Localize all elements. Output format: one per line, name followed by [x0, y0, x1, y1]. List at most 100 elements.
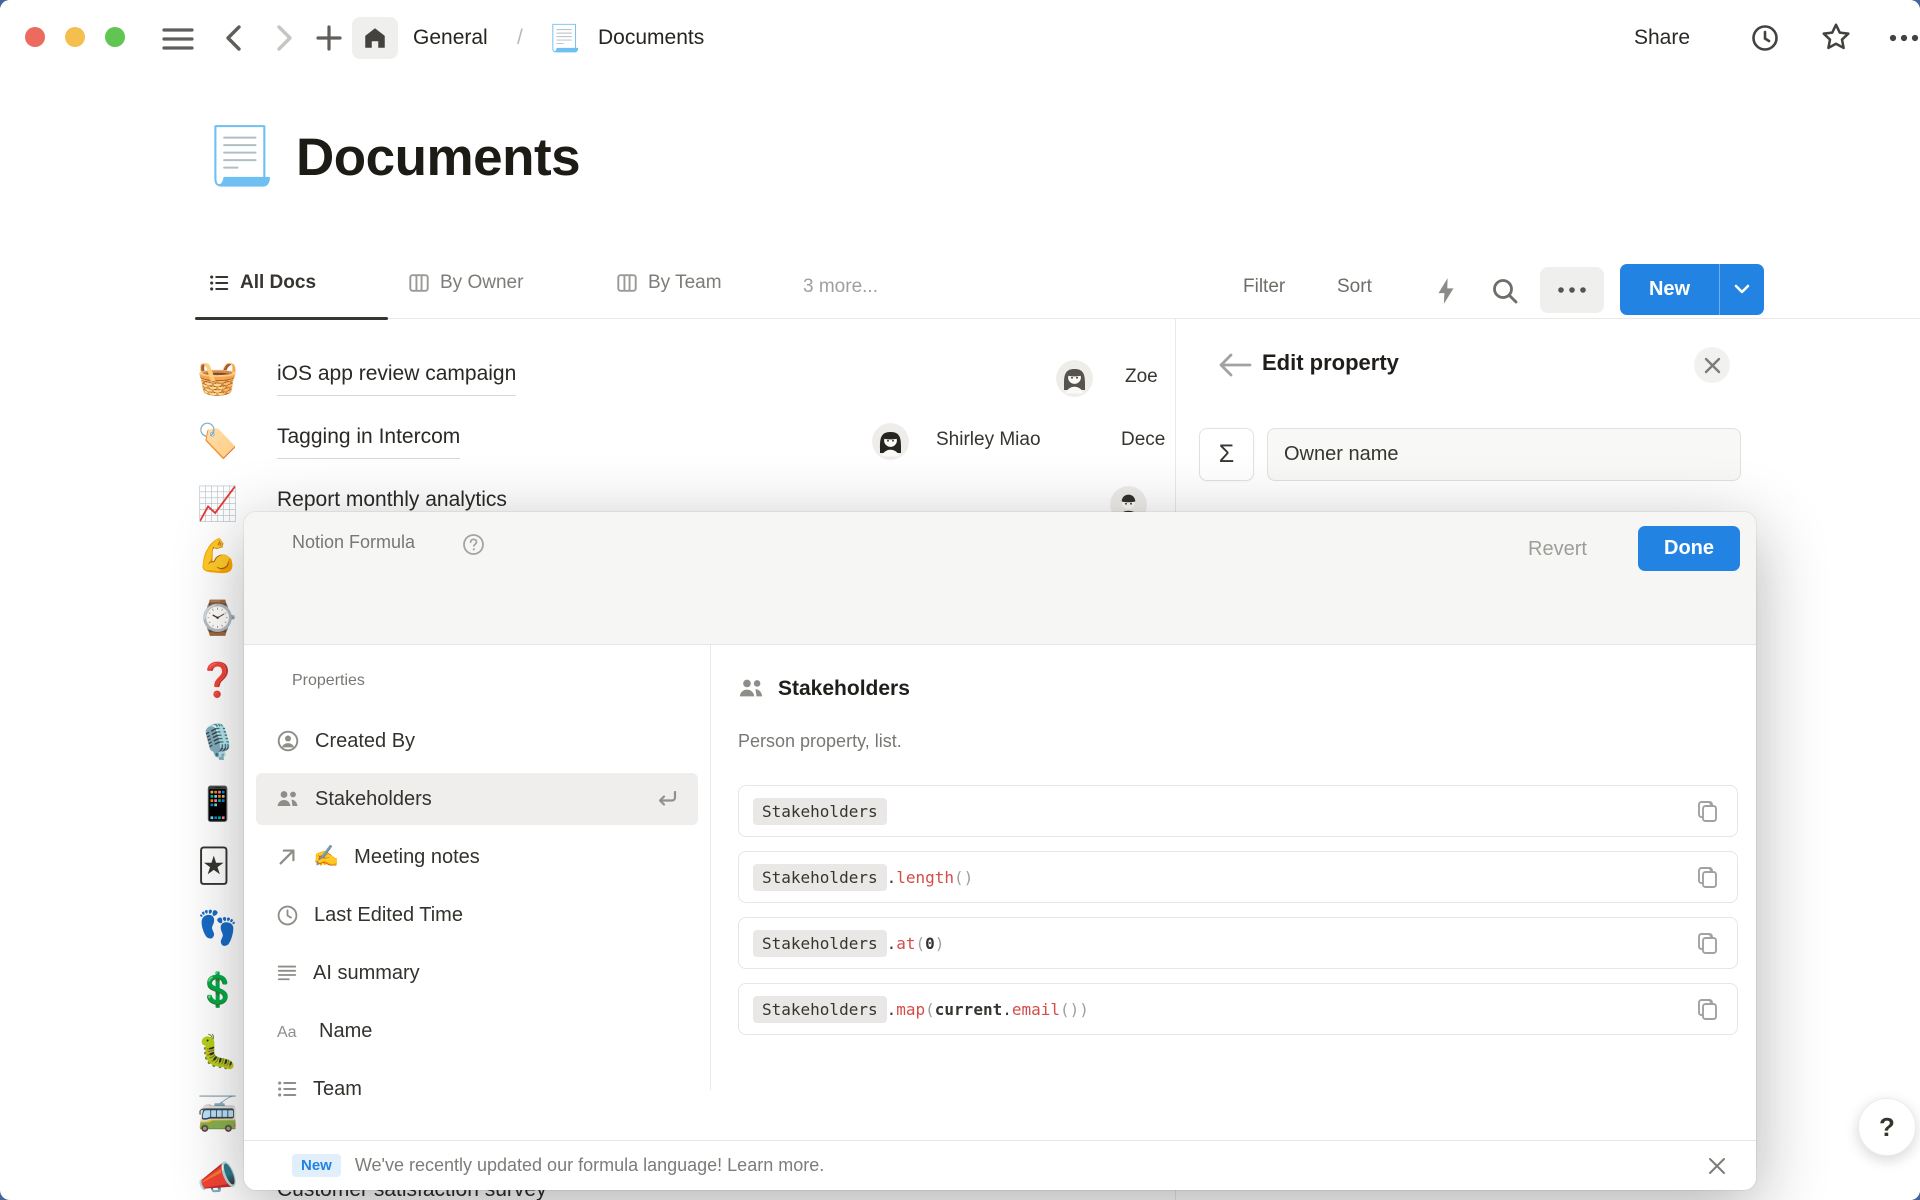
- breadcrumb-page[interactable]: Documents: [598, 22, 704, 54]
- tab-label: All Docs: [240, 272, 316, 294]
- code-token: 0: [925, 934, 935, 953]
- code-token: (: [916, 934, 926, 953]
- row-icon: 📈: [197, 484, 238, 524]
- property-item-name[interactable]: Aa Name: [256, 1005, 698, 1057]
- formula-property-detail: Stakeholders Person property, list. Stak…: [710, 645, 1756, 1090]
- home-icon[interactable]: [352, 17, 398, 59]
- copy-icon[interactable]: [1696, 997, 1719, 1022]
- tab-by-team[interactable]: By Team: [616, 272, 722, 294]
- property-label: Name: [319, 1020, 372, 1043]
- banner-message[interactable]: We've recently updated our formula langu…: [355, 1155, 824, 1176]
- sidebar-toggle-icon[interactable]: [160, 26, 196, 52]
- share-button[interactable]: Share: [1634, 22, 1690, 54]
- traffic-light-minimize[interactable]: [65, 27, 85, 47]
- tab-label: By Team: [648, 272, 722, 294]
- table-row-title[interactable]: iOS app review campaign: [277, 362, 516, 396]
- code-token: length: [896, 868, 954, 887]
- tab-by-owner[interactable]: By Owner: [408, 272, 523, 294]
- code-token: (): [1060, 1000, 1079, 1019]
- code-token: (: [925, 1000, 935, 1019]
- list-icon: [208, 272, 230, 294]
- code-token: Stakeholders: [753, 930, 887, 957]
- table-row[interactable]: 🧺iOS app review campaignZoe: [195, 350, 1175, 413]
- property-label: Created By: [315, 730, 415, 753]
- property-item-team[interactable]: Team: [256, 1063, 698, 1115]
- nav-back-icon[interactable]: [222, 23, 246, 53]
- row-icon: 📣: [197, 1158, 238, 1198]
- search-icon[interactable]: [1490, 276, 1520, 306]
- notion-window: General / 📃 Documents Share 📃 Documents …: [0, 0, 1920, 1200]
- people-icon: [276, 787, 300, 811]
- arrow-up-right-icon: [276, 846, 298, 868]
- window-titlebar: General / 📃 Documents Share: [0, 0, 1920, 76]
- property-label: Last Edited Time: [314, 904, 463, 927]
- formula-example-code: Stakeholders.map(current.email()): [753, 996, 1089, 1023]
- property-name-input[interactable]: [1267, 428, 1741, 481]
- view-options-icon[interactable]: [1540, 267, 1604, 313]
- new-tab-plus-icon[interactable]: [314, 23, 344, 53]
- breadcrumb-section[interactable]: General: [413, 22, 488, 54]
- code-token: ): [935, 934, 945, 953]
- new-button-label[interactable]: New: [1620, 264, 1720, 315]
- new-dropdown-chevron-icon[interactable]: [1720, 264, 1764, 315]
- code-token: .: [887, 1000, 897, 1019]
- board-icon: [408, 272, 430, 294]
- property-item-last-edited-time[interactable]: Last Edited Time: [256, 889, 698, 941]
- aa-icon: Aa: [276, 1020, 304, 1042]
- row-icon: 📱: [197, 784, 238, 824]
- property-label: Stakeholders: [315, 788, 432, 811]
- traffic-light-close[interactable]: [25, 27, 45, 47]
- formula-input-area[interactable]: Notion Formula Revert Done: [244, 512, 1756, 645]
- copy-icon[interactable]: [1696, 931, 1719, 956]
- revert-button[interactable]: Revert: [1528, 538, 1587, 561]
- owner-name: Shirley Miao: [936, 429, 1041, 451]
- formula-example-row[interactable]: Stakeholders: [738, 785, 1738, 837]
- code-token: .: [887, 934, 897, 953]
- panel-back-icon[interactable]: [1218, 352, 1252, 378]
- tab-all-docs[interactable]: All Docs: [208, 272, 316, 294]
- property-emoji: ✍️: [313, 845, 339, 869]
- code-token: (): [954, 868, 973, 887]
- nav-forward-icon[interactable]: [272, 23, 296, 53]
- help-button[interactable]: ?: [1858, 1098, 1916, 1156]
- property-label: AI summary: [313, 962, 420, 985]
- formula-update-banner: New We've recently updated our formula l…: [244, 1140, 1756, 1190]
- code-token: ): [1079, 1000, 1089, 1019]
- formula-example-row[interactable]: Stakeholders.length(): [738, 851, 1738, 903]
- row-icon: 🏷️: [197, 421, 238, 461]
- table-row[interactable]: 🏷️Tagging in IntercomShirley MiaoDece: [195, 413, 1175, 476]
- formula-properties-sidebar: Properties Created By Stakeholders ✍️Meeti…: [244, 645, 710, 1090]
- page-title[interactable]: Documents: [296, 128, 580, 188]
- updates-clock-icon[interactable]: [1750, 23, 1780, 53]
- row-icon: 🎙️: [197, 722, 238, 762]
- property-item-meeting-notes[interactable]: ✍️Meeting notes: [256, 831, 698, 883]
- banner-close-icon[interactable]: [1708, 1157, 1726, 1175]
- sort-button[interactable]: Sort: [1337, 276, 1372, 298]
- code-token: map: [896, 1000, 925, 1019]
- formula-help-icon[interactable]: [462, 533, 485, 556]
- automation-bolt-icon[interactable]: [1433, 276, 1459, 306]
- page-icon[interactable]: 📃: [205, 124, 275, 188]
- formula-example-row[interactable]: Stakeholders.at(0): [738, 917, 1738, 969]
- window-more-icon[interactable]: [1888, 29, 1920, 47]
- code-token: Stakeholders: [753, 798, 887, 825]
- property-type-sigma-icon[interactable]: Σ: [1199, 428, 1254, 481]
- favorite-star-icon[interactable]: [1820, 21, 1852, 53]
- properties-section-label: Properties: [292, 672, 365, 690]
- property-item-stakeholders[interactable]: Stakeholders: [256, 773, 698, 825]
- filter-button[interactable]: Filter: [1243, 276, 1285, 298]
- panel-close-icon[interactable]: [1694, 347, 1730, 383]
- clock-icon: [276, 904, 299, 927]
- table-row-title[interactable]: Tagging in Intercom: [277, 425, 460, 459]
- copy-icon[interactable]: [1696, 799, 1719, 824]
- code-token: Stakeholders: [753, 996, 887, 1023]
- formula-example-row[interactable]: Stakeholders.map(current.email()): [738, 983, 1738, 1035]
- done-button[interactable]: Done: [1638, 526, 1740, 571]
- more-views-button[interactable]: 3 more...: [803, 276, 878, 298]
- breadcrumb-page-icon: 📃: [548, 22, 580, 54]
- property-item-ai-summary[interactable]: AI summary: [256, 947, 698, 999]
- traffic-light-maximize[interactable]: [105, 27, 125, 47]
- copy-icon[interactable]: [1696, 865, 1719, 890]
- new-button[interactable]: New: [1620, 264, 1764, 315]
- property-item-created-by[interactable]: Created By: [256, 715, 698, 767]
